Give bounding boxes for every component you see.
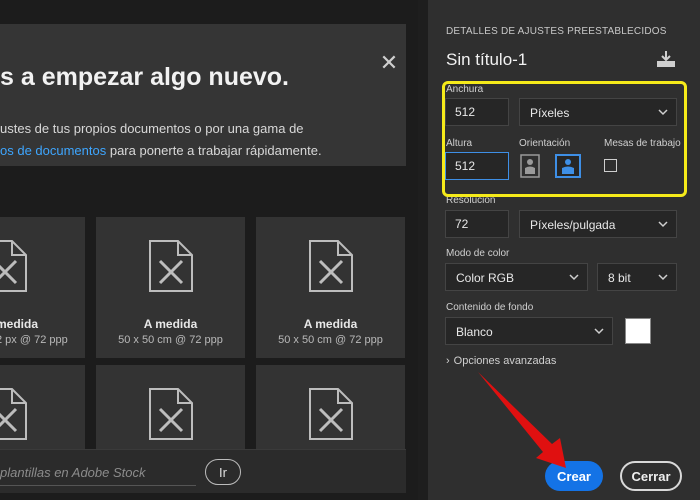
save-preset-icon[interactable] (656, 50, 676, 68)
close-button[interactable]: Cerrar (620, 461, 682, 491)
height-input[interactable] (445, 152, 509, 180)
preset-size: 50 x 50 cm @ 72 ppp (118, 334, 223, 346)
orientation-label: Orientación (519, 138, 571, 149)
chevron-down-icon (658, 221, 668, 228)
welcome-banner: s a empezar algo nuevo. ustes de tus pro… (0, 24, 406, 166)
resolution-unit-value: Píxeles/pulgada (530, 218, 616, 232)
background-select[interactable]: Blanco (445, 317, 613, 345)
chevron-down-icon (594, 328, 604, 335)
chevron-down-icon (658, 109, 668, 116)
preset-size: 50 x 50 cm @ 72 ppp (278, 334, 383, 346)
document-icon (309, 388, 353, 440)
preset-card[interactable]: medida 2 px @ 72 ppp (0, 217, 85, 358)
panel-header: DETALLES DE AJUSTES PREESTABLECIDOS (446, 26, 667, 37)
document-icon (0, 388, 27, 440)
welcome-line-2-rest: para ponerte a trabajar rápidamente. (106, 143, 322, 158)
document-icon (309, 240, 353, 292)
chevron-down-icon (569, 274, 579, 281)
landscape-orientation-icon[interactable] (555, 154, 581, 178)
bit-depth-value: 8 bit (608, 271, 631, 285)
go-button[interactable]: Ir (205, 459, 241, 485)
chevron-down-icon (658, 274, 668, 281)
advanced-options-label: Opciones avanzadas (453, 355, 557, 367)
advanced-options-toggle[interactable]: › Opciones avanzadas (446, 355, 556, 367)
preset-name: medida (0, 317, 39, 331)
background-value: Blanco (456, 325, 493, 339)
color-mode-label: Modo de color (446, 248, 510, 259)
document-icon (0, 240, 27, 292)
welcome-line-2: os de documentos para ponerte a trabajar… (0, 140, 322, 162)
welcome-title: s a empezar algo nuevo. (0, 63, 289, 91)
preset-size: 2 px @ 72 ppp (0, 334, 68, 346)
portrait-orientation-icon[interactable] (519, 154, 541, 178)
start-area: s a empezar algo nuevo. ustes de tus pro… (0, 0, 418, 500)
document-icon (149, 388, 193, 440)
preset-card[interactable] (96, 365, 245, 455)
welcome-line-1: ustes de tus propios documentos o por un… (0, 121, 304, 136)
color-mode-select[interactable]: Color RGB (445, 263, 588, 291)
document-name[interactable]: Sin título-1 (446, 50, 527, 70)
chevron-right-icon: › (446, 355, 450, 367)
create-button[interactable]: Crear (545, 461, 603, 491)
width-unit-select[interactable]: Píxeles (519, 98, 677, 126)
color-mode-value: Color RGB (456, 271, 515, 285)
document-types-link[interactable]: os de documentos (0, 143, 106, 158)
preset-name: A medida (303, 317, 358, 331)
resolution-label: Resolución (446, 195, 496, 206)
preset-card[interactable] (0, 365, 85, 455)
width-label: Anchura (446, 84, 484, 95)
resolution-unit-select[interactable]: Píxeles/pulgada (519, 210, 677, 238)
close-icon[interactable]: ✕ (378, 52, 400, 74)
height-label: Altura (446, 138, 473, 149)
stock-search-bar: Ir (0, 449, 406, 493)
welcome-text: ustes de tus propios documentos o por un… (0, 118, 322, 162)
preset-details-panel: DETALLES DE AJUSTES PREESTABLECIDOS Sin … (428, 0, 700, 500)
artboards-checkbox[interactable] (604, 159, 617, 172)
width-unit-value: Píxeles (530, 106, 570, 120)
document-icon (149, 240, 193, 292)
stock-search-input[interactable] (0, 460, 196, 486)
background-label: Contenido de fondo (446, 302, 534, 313)
preset-card[interactable] (256, 365, 405, 455)
resolution-input[interactable] (445, 210, 509, 238)
preset-card[interactable]: A medida 50 x 50 cm @ 72 ppp (96, 217, 245, 358)
background-color-swatch[interactable] (625, 318, 651, 344)
bit-depth-select[interactable]: 8 bit (597, 263, 677, 291)
preset-card[interactable]: A medida 50 x 50 cm @ 72 ppp (256, 217, 405, 358)
artboards-label: Mesas de trabajo (604, 138, 681, 149)
width-input[interactable] (445, 98, 509, 126)
preset-name: A medida (143, 317, 198, 331)
